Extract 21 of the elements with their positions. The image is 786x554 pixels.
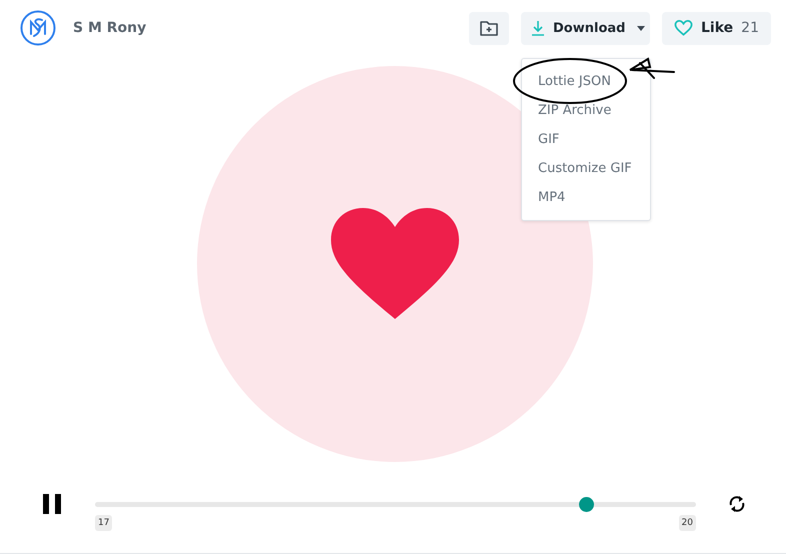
loop-button[interactable] [728,494,746,514]
menu-item[interactable]: Lottie JSON [522,66,650,96]
pause-icon [43,494,61,514]
menu-item[interactable]: ZIP Archive [522,96,650,124]
download-icon [531,20,545,36]
frame-label: 17 [95,515,112,531]
frame-label: 20 [678,515,696,531]
menu-item[interactable]: Customize GIF [522,154,650,182]
folder-plus-icon [479,19,499,37]
seek-handle[interactable] [579,497,594,512]
menu-item[interactable]: GIF [522,124,650,154]
download-button[interactable]: Download [521,12,650,44]
author-name[interactable]: S M Rony [73,20,146,36]
avatar-logo-icon [20,10,56,46]
menu-item[interactable]: MP4 [522,182,650,212]
like-button[interactable]: Like 21 [662,12,771,44]
add-to-folder-button[interactable] [469,12,509,44]
pause-button[interactable] [43,494,61,514]
heart-icon [330,206,460,322]
heart-outline-icon [674,19,694,37]
loop-icon [728,494,746,514]
